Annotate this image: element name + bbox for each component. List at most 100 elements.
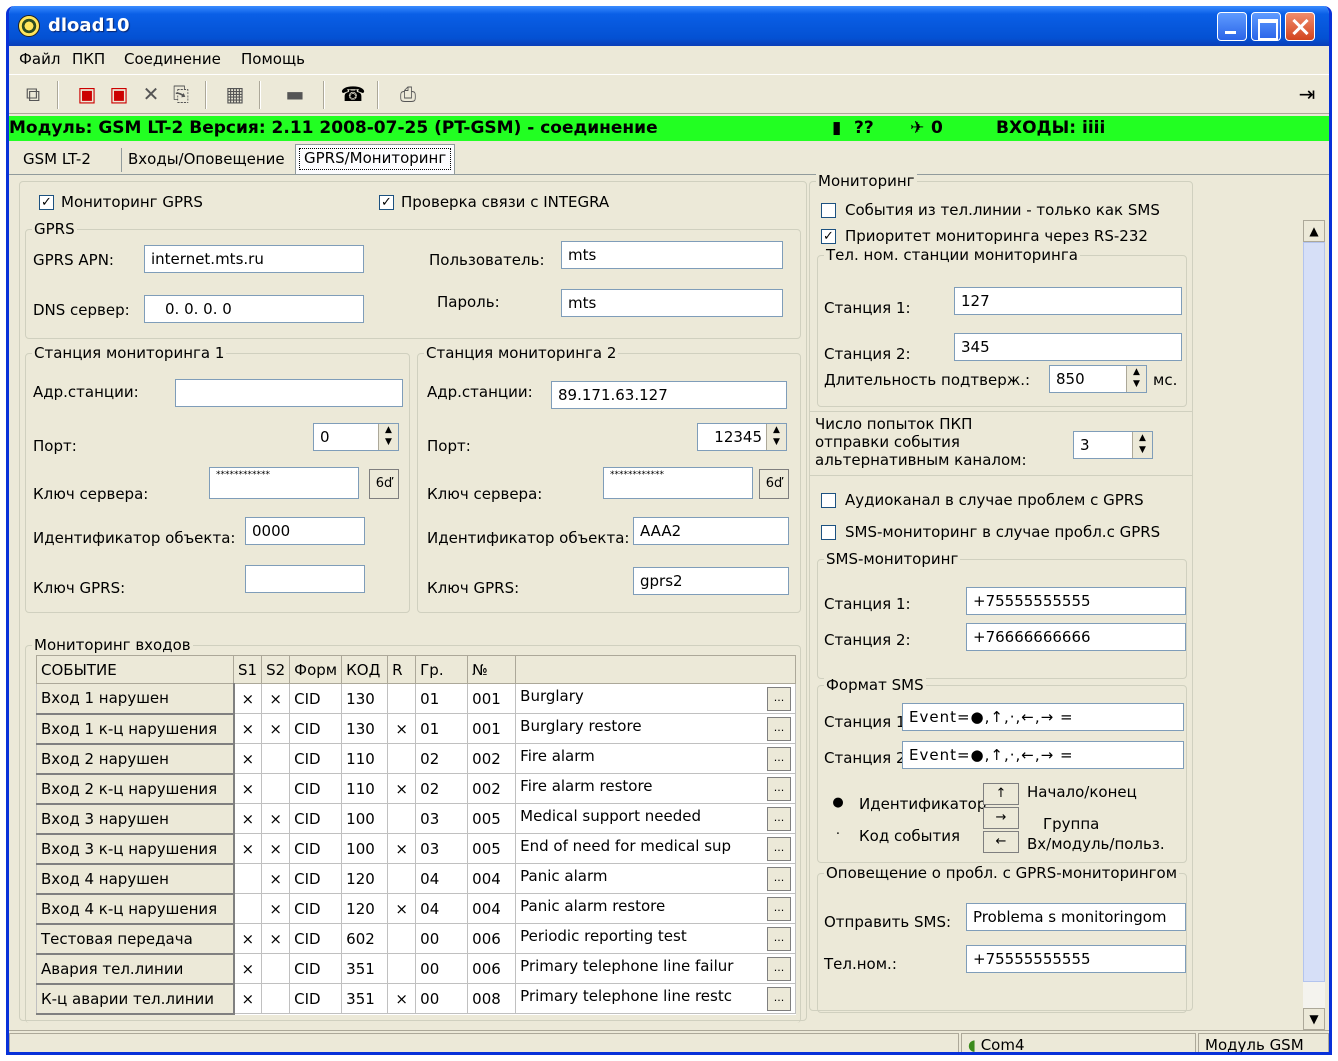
table-cell-s2[interactable] (261, 983, 291, 1014)
table-cell-gr[interactable]: 01 (415, 683, 469, 714)
column-header[interactable]: Форм (289, 655, 343, 684)
dns-input[interactable]: 0. 0. 0. 0 (144, 295, 364, 323)
table-cell-f[interactable]: CID (289, 863, 343, 894)
st1-port-spinner[interactable]: 0 ▲ ▼ (313, 423, 399, 451)
more-button[interactable]: ... (767, 986, 791, 1011)
table-cell-r[interactable]: × (387, 773, 417, 804)
table-cell-code[interactable]: 120 (341, 863, 389, 894)
table-cell-s1[interactable]: × (232, 743, 263, 774)
insert-code-button[interactable]: · (823, 821, 853, 851)
table-cell-gr[interactable]: 01 (415, 713, 469, 744)
table-cell-gr[interactable]: 02 (415, 743, 469, 774)
table-cell-r[interactable] (387, 683, 417, 714)
table-cell-code[interactable]: 351 (341, 953, 389, 984)
scroll-down-icon[interactable]: ▼ (1303, 1008, 1325, 1030)
title-bar[interactable]: dload10 (9, 6, 1329, 46)
fmt-st1-input[interactable]: Event=●,↑,·,←,→ = (902, 703, 1184, 731)
menu-file[interactable]: Файл (19, 50, 60, 68)
table-cell-s2[interactable]: × (261, 863, 291, 894)
cancel-icon[interactable]: ✕ (137, 81, 165, 107)
table-cell-r[interactable]: × (387, 713, 417, 744)
table-cell-s2[interactable]: × (261, 923, 291, 954)
gprs-monitoring-checkbox[interactable]: ✓ (39, 195, 54, 210)
maximize-button[interactable] (1251, 12, 1281, 41)
st1-show-key-icon[interactable]: 6ď (369, 469, 399, 499)
table-cell-s2[interactable]: × (261, 803, 291, 834)
minimize-button[interactable] (1217, 12, 1247, 41)
table-cell-s2[interactable] (261, 743, 291, 774)
st2-addr-input[interactable]: 89.171.63.127 (551, 381, 787, 409)
table-cell-s1[interactable] (232, 863, 263, 894)
insert-start-end-button[interactable]: ↑ (983, 783, 1019, 805)
table-cell-gr[interactable]: 03 (415, 833, 469, 864)
more-button[interactable]: ... (767, 926, 791, 951)
password-input[interactable]: mts (561, 289, 783, 317)
table-cell-s1[interactable]: × (232, 983, 263, 1014)
table-row[interactable]: Вход 4 нарушен × CID 120 04 004 Panic alarm... (36, 863, 796, 895)
more-button[interactable]: ... (767, 806, 791, 831)
table-cell-s2[interactable]: × (261, 833, 291, 864)
table-cell-r[interactable] (387, 803, 417, 834)
sms-st2-input[interactable]: +76666666666 (966, 623, 1186, 651)
table-cell-gr[interactable]: 00 (415, 923, 469, 954)
table-cell-desc[interactable]: Fire alarm... (515, 743, 796, 774)
write-icon[interactable]: ▣ (105, 81, 133, 107)
table-cell-r[interactable] (387, 953, 417, 984)
table-cell-desc[interactable]: Fire alarm restore... (515, 773, 796, 804)
duration-spinner[interactable]: 850 ▲ ▼ (1049, 365, 1147, 393)
table-cell-n[interactable]: 002 (467, 743, 517, 774)
notify-sms-input[interactable]: Problema s monitoringom (966, 903, 1186, 931)
st2-port-spinner[interactable]: 12345 ▲ ▼ (697, 423, 787, 451)
table-cell-n[interactable]: 006 (467, 923, 517, 954)
table-cell-r[interactable] (387, 923, 417, 954)
table-cell-ev[interactable]: Авария тел.линии (36, 953, 235, 985)
tab-gprs-monitoring[interactable]: GPRS/Мониторинг (295, 144, 456, 174)
table-row[interactable]: Вход 1 нарушен × × CID 130 01 001 Burglary... (36, 683, 796, 715)
table-cell-code[interactable]: 110 (341, 773, 389, 804)
st2-id-input[interactable]: AAA2 (633, 517, 789, 545)
audio-fallback-checkbox[interactable] (821, 493, 836, 508)
spin-icon[interactable]: ▲ ▼ (378, 424, 398, 450)
table-cell-s1[interactable]: × (232, 713, 263, 744)
table-cell-ev[interactable]: Вход 1 нарушен (36, 683, 235, 715)
table-cell-gr[interactable]: 04 (415, 863, 469, 894)
more-button[interactable]: ... (767, 776, 791, 801)
table-cell-n[interactable]: 002 (467, 773, 517, 804)
table-cell-code[interactable]: 130 (341, 683, 389, 714)
st1-gkey-input[interactable] (245, 565, 365, 593)
table-cell-code[interactable]: 120 (341, 893, 389, 924)
table-cell-s2[interactable]: × (261, 713, 291, 744)
menu-pkp[interactable]: ПКП (72, 50, 105, 68)
table-cell-s1[interactable]: × (232, 803, 263, 834)
user-input[interactable]: mts (561, 241, 783, 269)
st1-id-input[interactable]: 0000 (245, 517, 365, 545)
column-header[interactable]: R (387, 655, 417, 684)
more-button[interactable]: ... (767, 716, 791, 741)
table-cell-desc[interactable]: Medical support needed... (515, 803, 796, 834)
close-button[interactable] (1285, 12, 1315, 41)
module-icon[interactable]: ▬ (281, 81, 309, 107)
table-cell-code[interactable]: 110 (341, 743, 389, 774)
exit-icon[interactable]: ⇥ (1293, 81, 1321, 107)
print-icon[interactable]: ⎙ (394, 81, 422, 107)
table-cell-ev[interactable]: Вход 1 к-ц нарушения (36, 713, 235, 745)
st2-show-key-icon[interactable]: 6ď (759, 469, 789, 499)
table-row[interactable]: Вход 3 к-ц нарушения × × CID 100 × 03 005 End of… (36, 833, 796, 865)
table-cell-n[interactable]: 001 (467, 713, 517, 744)
integra-check-checkbox[interactable]: ✓ (379, 195, 394, 210)
more-button[interactable]: ... (767, 836, 791, 861)
spin-icon[interactable]: ▲ ▼ (1132, 432, 1152, 458)
insert-input-button[interactable]: ← (983, 831, 1019, 853)
table-row[interactable]: Вход 2 нарушен × CID 110 02 002 Fire alarm... (36, 743, 796, 775)
table-cell-n[interactable]: 008 (467, 983, 517, 1014)
table-cell-s1[interactable]: × (232, 683, 263, 714)
more-button[interactable]: ... (767, 746, 791, 771)
table-cell-n[interactable]: 005 (467, 803, 517, 834)
table-cell-code[interactable]: 130 (341, 713, 389, 744)
table-cell-desc[interactable]: Primary telephone line restc... (515, 983, 796, 1014)
table-cell-n[interactable]: 006 (467, 953, 517, 984)
column-header[interactable]: № (467, 655, 517, 684)
scroll-thumb[interactable] (1303, 242, 1325, 982)
table-cell-s1[interactable]: × (232, 953, 263, 984)
table-cell-desc[interactable]: Burglary restore... (515, 713, 796, 744)
